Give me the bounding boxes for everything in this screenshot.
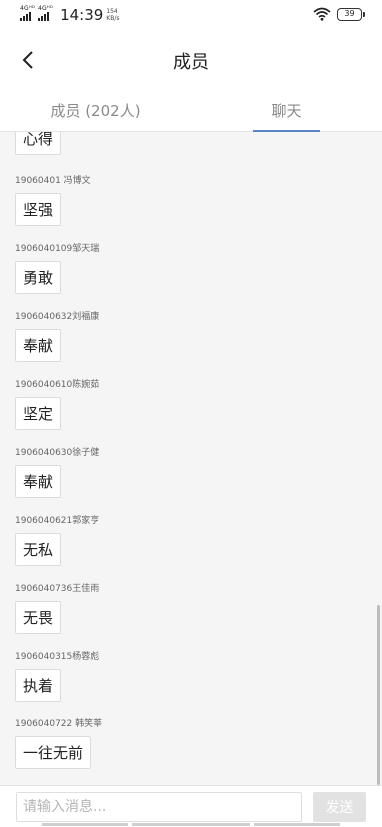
app-header: 成员 — [0, 36, 382, 84]
chat-message: 1906040109邹天瑞 勇敢 — [15, 243, 99, 294]
network-speed: 154 KB/s — [106, 8, 119, 22]
wifi-icon — [313, 7, 331, 21]
status-bar: 4Gᴴᴰ 4Gᴴᴰ 14:39 154 KB/s 39 — [0, 0, 382, 34]
chat-message-list[interactable]: 心得 19060401 冯博文 坚强 1906040109邹天瑞 勇敢 1906… — [0, 132, 382, 785]
message-sender: 1906040621郭家亨 — [15, 516, 100, 526]
battery-level: 39 — [344, 9, 355, 18]
chat-message: 1906040736王佳雨 无畏 — [15, 583, 99, 634]
screen: 4Gᴴᴰ 4Gᴴᴰ 14:39 154 KB/s 39 成员 成员 (202人)… — [0, 0, 382, 827]
message-sender: 19060401 冯博文 — [15, 176, 91, 186]
message-bubble: 奉献 — [15, 465, 62, 498]
message-bubble: 奉献 — [15, 329, 62, 362]
status-time: 14:39 — [60, 6, 104, 24]
chat-message: 1906040315杨蓉彪 执着 — [15, 651, 99, 702]
message-bubble: 坚强 — [15, 193, 62, 226]
message-bubble: 一往无前 — [15, 736, 92, 769]
message-bubble: 无畏 — [15, 601, 62, 634]
signal-icon: 4Gᴴᴰ — [38, 5, 53, 21]
send-button[interactable]: 发送 — [313, 792, 366, 822]
tab-members[interactable]: 成员 (202人) — [0, 90, 191, 131]
page-title: 成员 — [173, 52, 209, 73]
chat-message: 1906040632刘福康 奉献 — [15, 311, 99, 362]
signal-label: 4Gᴴᴰ — [20, 5, 36, 12]
chat-message: 1906040610陈婉茹 坚定 — [15, 379, 99, 430]
scrollbar[interactable] — [377, 605, 380, 785]
signal-icon: 4Gᴴᴰ — [20, 5, 35, 21]
message-sender: 1906040610陈婉茹 — [15, 380, 100, 390]
status-right: 39 — [313, 7, 365, 21]
message-bubble: 坚定 — [15, 397, 62, 430]
battery-icon: 39 — [337, 7, 365, 21]
message-sender: 1906040315杨蓉彪 — [15, 652, 100, 662]
nav-gesture-bar — [0, 823, 382, 827]
message-bubble: 无私 — [15, 533, 62, 566]
message-bubble: 执着 — [15, 669, 62, 702]
message-sender: 1906040632刘福康 — [15, 312, 100, 322]
message-sender: 1906040630徐子健 — [15, 448, 100, 458]
network-speed-value: 154 — [106, 8, 118, 15]
message-sender: 1906040722 韩笑莘 — [15, 719, 103, 729]
message-bubble: 心得 — [15, 132, 62, 155]
tab-chat[interactable]: 聊天 — [191, 90, 382, 132]
message-sender: 1906040736王佳雨 — [15, 584, 100, 594]
message-sender: 1906040109邹天瑞 — [15, 244, 100, 254]
message-input[interactable] — [16, 792, 302, 822]
signal-label: 4Gᴴᴰ — [38, 5, 54, 12]
status-left: 4Gᴴᴰ 4Gᴴᴰ 14:39 154 KB/s — [20, 5, 120, 27]
message-bubble: 勇敢 — [15, 261, 62, 294]
tab-chat-label: 聊天 — [271, 102, 302, 120]
tab-bar: 成员 (202人) 聊天 — [0, 90, 382, 132]
chat-message: 1906040722 韩笑莘 一往无前 — [15, 718, 102, 769]
chat-message: 1906040630徐子健 奉献 — [15, 447, 99, 498]
network-speed-unit: KB/s — [106, 15, 120, 22]
tab-members-label: 成员 (202人) — [50, 102, 141, 120]
chat-message: 19060401 冯博文 坚强 — [15, 175, 91, 226]
chat-message: 1906040621郭家亨 无私 — [15, 515, 99, 566]
message-composer: 发送 — [0, 785, 382, 827]
